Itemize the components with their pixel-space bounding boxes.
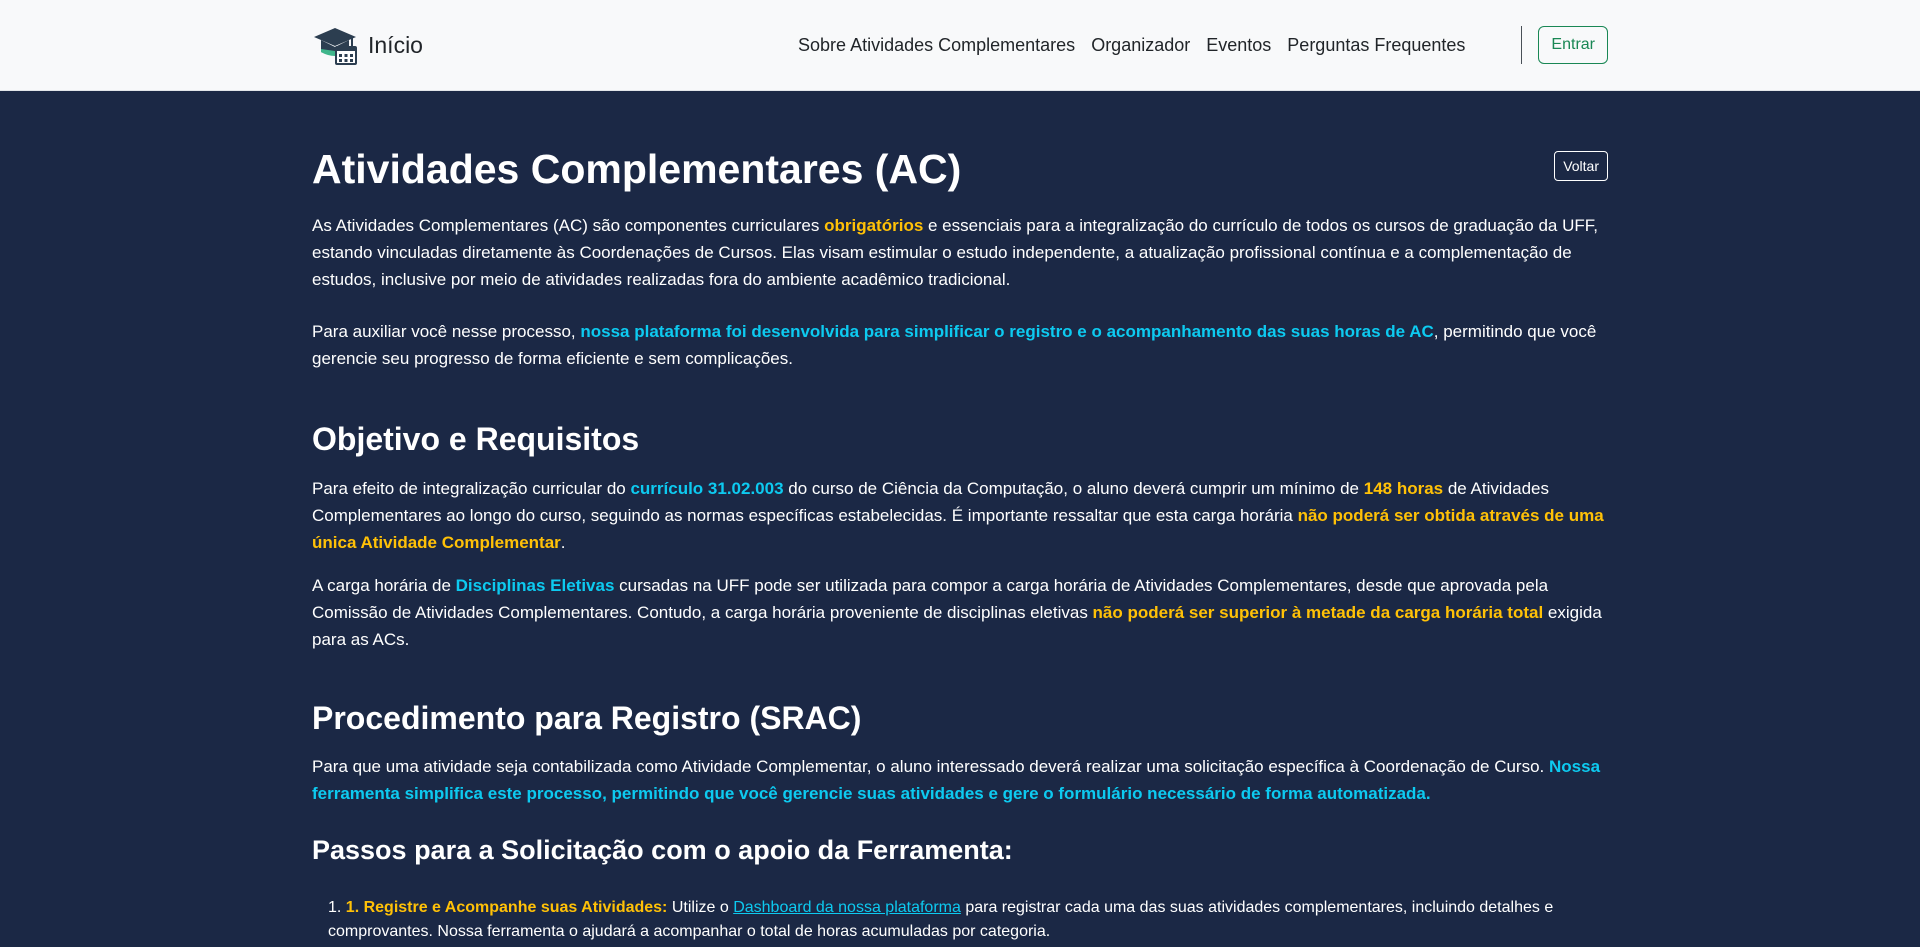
- login-button[interactable]: Entrar: [1538, 26, 1608, 64]
- step-title: 1. Registre e Acompanhe suas Atividades:: [345, 899, 668, 917]
- section-heading-procedimento: Procedimento para Registro (SRAC): [312, 699, 862, 736]
- dashboard-link[interactable]: Dashboard da nossa plataforma: [733, 899, 961, 916]
- highlight-limite: não poderá ser superior à metade da carg…: [1092, 602, 1544, 622]
- text: Para auxiliar você nesse processo,: [312, 322, 581, 342]
- nav-link-faq[interactable]: Perguntas Frequentes: [1287, 35, 1465, 56]
- back-button[interactable]: Voltar: [1554, 151, 1608, 181]
- intro-paragraph-1: As Atividades Complementares (AC) são co…: [312, 212, 1608, 293]
- highlight-obrigatorios: obrigatórios: [824, 216, 924, 236]
- text: Para que uma atividade seja contabilizad…: [312, 756, 1549, 776]
- navbar: Início Sobre Atividades Complementares O…: [0, 0, 1920, 91]
- objetivo-paragraph-1: Para efeito de integralização curricular…: [312, 475, 1608, 556]
- intro-paragraph-2: Para auxiliar você nesse processo, nossa…: [312, 318, 1608, 372]
- highlight-curriculo: currículo 31.02.003: [630, 478, 784, 498]
- text: do curso de Ciência da Computação, o alu…: [783, 478, 1364, 498]
- nav-link-organizador[interactable]: Organizador: [1091, 35, 1190, 56]
- step-number: 1.: [328, 899, 342, 917]
- nav-link-sobre[interactable]: Sobre Atividades Complementares: [798, 35, 1075, 56]
- highlight-platform: nossa plataforma foi desenvolvida para s…: [580, 322, 1434, 342]
- main-content: Atividades Complementares (AC) Voltar As…: [312, 91, 1608, 944]
- highlight-horas: 148 horas: [1363, 478, 1444, 498]
- navbar-inner: Início Sobre Atividades Complementares O…: [312, 0, 1608, 90]
- list-item: 1. 1. Registre e Acompanhe suas Atividad…: [328, 896, 1608, 944]
- steps-list: 1. 1. Registre e Acompanhe suas Atividad…: [312, 896, 1608, 944]
- text: A carga horária de: [312, 575, 456, 595]
- nav-links: Sobre Atividades Complementares Organiza…: [782, 26, 1608, 64]
- text: Para efeito de integralização curricular…: [312, 478, 631, 498]
- text: .: [560, 532, 566, 552]
- nav-link-eventos[interactable]: Eventos: [1206, 35, 1271, 56]
- brand-link[interactable]: Início: [312, 25, 423, 65]
- brand-text: Início: [368, 31, 423, 58]
- steps-heading: Passos para a Solicitação com o apoio da…: [312, 834, 1013, 865]
- nav-divider: [1521, 26, 1523, 64]
- procedimento-paragraph: Para que uma atividade seja contabilizad…: [312, 753, 1608, 807]
- highlight-eletivas: Disciplinas Eletivas: [455, 575, 615, 595]
- text: Utilize o: [667, 899, 734, 917]
- objetivo-paragraph-2: A carga horária de Disciplinas Eletivas …: [312, 572, 1608, 653]
- text: As Atividades Complementares (AC) são co…: [312, 216, 825, 236]
- title-row: Atividades Complementares (AC) Voltar: [312, 143, 1608, 194]
- page-title: Atividades Complementares (AC): [312, 146, 962, 192]
- graduation-cap-calendar-icon: [314, 28, 357, 65]
- section-heading-objetivo: Objetivo e Requisitos: [312, 421, 640, 458]
